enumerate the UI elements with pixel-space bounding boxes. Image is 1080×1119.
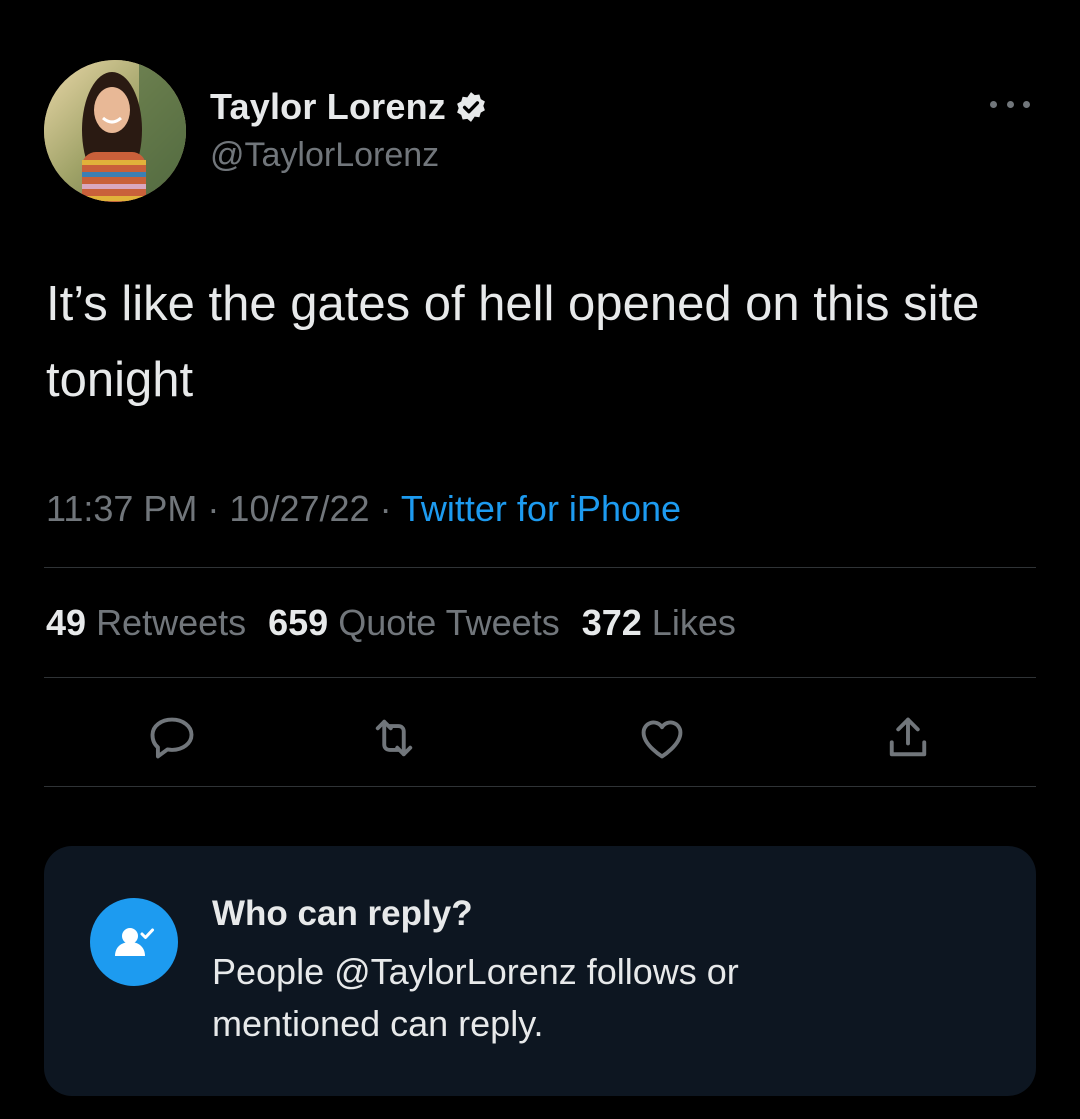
- reply-restriction-badge: [90, 898, 178, 986]
- likes-count: 372: [581, 602, 642, 643]
- retweets-label: Retweets: [96, 602, 247, 643]
- retweet-icon[interactable]: [368, 712, 420, 764]
- author-name-row[interactable]: Taylor Lorenz: [210, 84, 488, 130]
- more-icon[interactable]: [990, 93, 1030, 115]
- likes-stat[interactable]: 372 Likes: [582, 602, 736, 643]
- reply-restriction-description: People @TaylorLorenz follows or mentione…: [212, 951, 739, 1044]
- display-name[interactable]: Taylor Lorenz: [210, 86, 446, 128]
- reply-restriction-card: Who can reply? People @TaylorLorenz foll…: [44, 846, 1036, 1096]
- likes-label: Likes: [651, 602, 736, 643]
- more-dot: [990, 100, 997, 108]
- divider: [44, 567, 1036, 568]
- tweet-stats: 49 Retweets 659 Quote Tweets 372 Likes: [46, 602, 758, 644]
- person-check-icon: [115, 928, 154, 956]
- quote-tweets-label: Quote Tweets: [338, 602, 560, 643]
- like-icon[interactable]: [636, 712, 688, 764]
- divider: [44, 786, 1036, 787]
- reply-restriction-title: Who can reply?: [212, 894, 473, 933]
- share-icon[interactable]: [882, 712, 934, 764]
- avatar-photo: [44, 60, 186, 202]
- retweets-count: 49: [46, 602, 87, 643]
- tweet-source[interactable]: Twitter for iPhone: [401, 488, 681, 529]
- meta-separator: ·: [369, 488, 401, 529]
- tweet-text: It’s like the gates of hell opened on th…: [46, 277, 980, 407]
- more-dot: [1023, 100, 1030, 108]
- quote-tweets-stat[interactable]: 659 Quote Tweets: [268, 602, 560, 643]
- meta-separator: ·: [197, 488, 230, 529]
- divider: [44, 677, 1036, 678]
- verified-badge-icon: [457, 92, 485, 122]
- tweet-time[interactable]: 11:37 PM: [46, 488, 197, 529]
- avatar[interactable]: [44, 60, 186, 202]
- tweet-meta: 11:37 PM · 10/27/22 · Twitter for iPhone: [46, 488, 681, 530]
- author-handle[interactable]: @TaylorLorenz: [210, 136, 439, 175]
- quote-tweets-count: 659: [268, 602, 329, 643]
- tweet-date[interactable]: 10/27/22: [229, 488, 369, 529]
- more-dot: [1006, 100, 1014, 108]
- retweets-stat[interactable]: 49 Retweets: [46, 602, 246, 643]
- reply-icon[interactable]: [146, 712, 198, 764]
